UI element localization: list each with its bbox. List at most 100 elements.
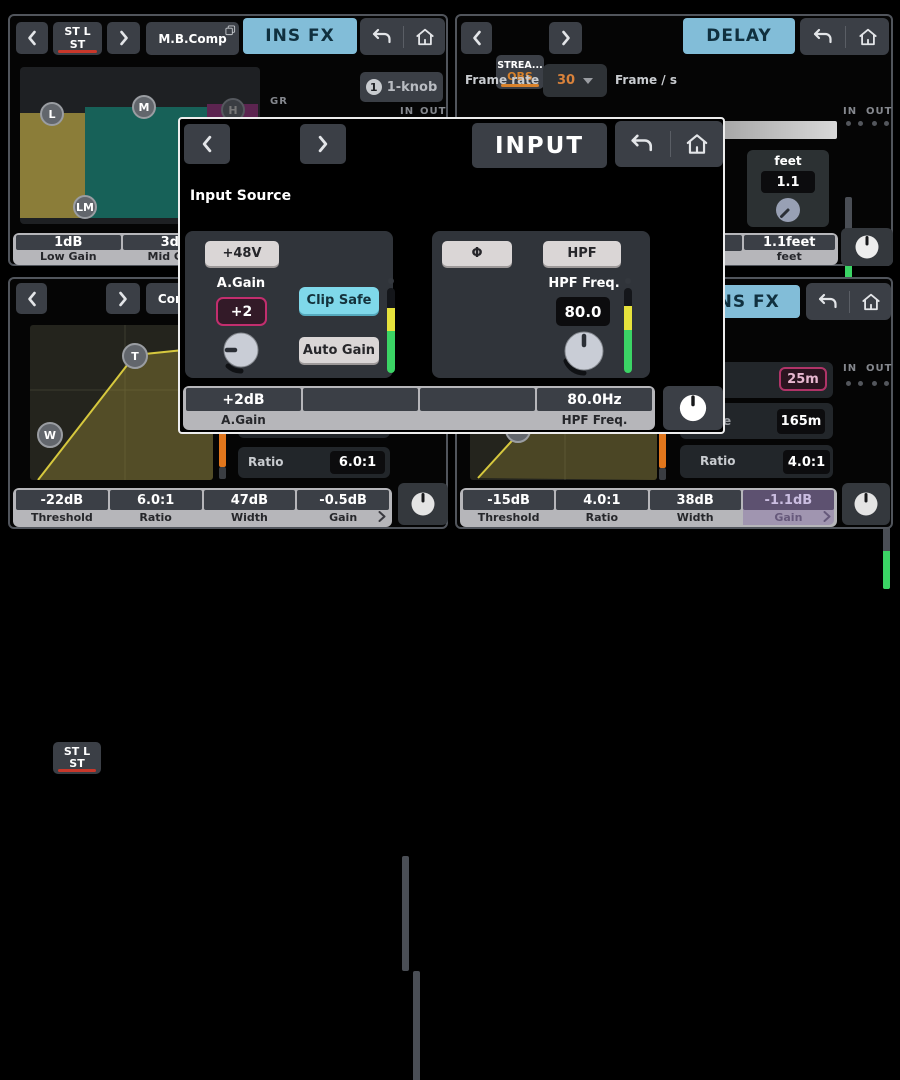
in-meter-l: [402, 856, 409, 971]
undo-icon[interactable]: [370, 27, 394, 47]
footer-label: feet: [744, 250, 836, 263]
channel-color-bar: [58, 769, 96, 772]
footer-cell-again[interactable]: +2dBA.Gain: [186, 388, 301, 428]
footer-cell-2[interactable]: [303, 388, 418, 428]
plugin-name: M.B.Comp: [158, 32, 226, 46]
page-title-delay[interactable]: DELAY: [683, 18, 795, 54]
clip-safe-button[interactable]: Clip Safe: [299, 287, 379, 314]
hpf-freq-knob[interactable]: [558, 326, 610, 378]
hpf-freq-label: HPF Freq.: [545, 276, 623, 291]
next-channel-button[interactable]: [106, 283, 140, 314]
home-icon[interactable]: [860, 292, 882, 312]
footer-label: Threshold: [16, 510, 108, 525]
footer-label: Ratio: [110, 510, 202, 525]
prev-channel-button[interactable]: [461, 22, 492, 54]
hpf-meter: [624, 288, 632, 373]
modal-prev-channel-button[interactable]: [184, 124, 230, 164]
next-channel-button[interactable]: [107, 22, 140, 54]
footer-value: [303, 388, 418, 411]
channel-select-button[interactable]: ST L ST: [53, 22, 102, 55]
fader-knob-button[interactable]: [398, 483, 448, 525]
knob-icon: [677, 392, 709, 424]
hpf-button[interactable]: HPF: [543, 241, 621, 266]
knob-icon: [853, 233, 881, 261]
ratio-row[interactable]: Ratio 4.0:1: [680, 445, 833, 478]
home-icon[interactable]: [684, 132, 710, 156]
footer-label: Width: [650, 510, 741, 525]
ratio-value[interactable]: 6.0:1: [330, 451, 385, 474]
delay-knob[interactable]: [773, 196, 803, 226]
chevron-right-icon: [316, 135, 330, 153]
footer-value: [420, 388, 535, 411]
clip-led: [846, 381, 851, 386]
prev-channel-button[interactable]: [16, 283, 47, 314]
gain-next-chevron-icon[interactable]: [378, 511, 386, 522]
footer-cell-ratio[interactable]: 6.0:1Ratio: [110, 490, 202, 525]
footer-cell-ratio[interactable]: 4.0:1Ratio: [556, 490, 647, 525]
one-knob-button[interactable]: 1 1-knob: [360, 72, 443, 102]
undo-icon[interactable]: [811, 27, 835, 47]
chevron-right-icon: [117, 291, 129, 307]
frame-rate-value: 30: [557, 73, 575, 88]
footer-cell-gain[interactable]: -0.5dBGain: [297, 490, 389, 525]
attack-value[interactable]: 25m: [779, 367, 827, 391]
footer-cell-width[interactable]: 38dBWidth: [650, 490, 741, 525]
footer-value: +2dB: [186, 388, 301, 411]
delay-unit-label: feet: [747, 154, 829, 168]
frame-rate-dropdown[interactable]: 30: [543, 64, 607, 97]
fader-knob-button[interactable]: [841, 228, 893, 266]
next-channel-button[interactable]: [549, 22, 582, 54]
ratio-value[interactable]: 4.0:1: [783, 450, 830, 474]
crossover-lm-knob[interactable]: LM: [73, 195, 97, 219]
home-icon[interactable]: [857, 27, 879, 47]
footer-label: Gain: [743, 510, 834, 525]
prev-channel-button[interactable]: [16, 22, 48, 54]
footer-value: 6.0:1: [110, 490, 202, 510]
width-knob[interactable]: W: [37, 422, 63, 448]
home-icon[interactable]: [414, 27, 436, 47]
gain-next-chevron-icon[interactable]: [823, 511, 831, 522]
channel-name: ST L: [64, 26, 90, 38]
chevron-right-icon: [118, 30, 130, 46]
again-label: A.Gain: [212, 276, 270, 291]
footer-cell-3[interactable]: [420, 388, 535, 428]
page-title-text: INS FX: [265, 26, 334, 46]
phase-button[interactable]: Φ: [442, 241, 512, 266]
page-title-ins-fx[interactable]: INS FX: [243, 18, 357, 54]
hpf-freq-value-box[interactable]: 80.0: [556, 297, 610, 326]
footer-cell-hpf-freq[interactable]: 80.0HzHPF Freq.: [537, 388, 652, 428]
footer-label: [303, 411, 418, 428]
delay-value[interactable]: 1.1: [761, 171, 815, 193]
threshold-knob[interactable]: T: [122, 343, 148, 369]
plugin-select-button[interactable]: M.B.Comp: [146, 22, 239, 55]
undo-icon[interactable]: [628, 132, 656, 156]
band-low-letter: L: [48, 108, 55, 121]
footer-value: -1.1dB: [743, 490, 834, 510]
modal-nav-group: [615, 121, 723, 167]
again-knob[interactable]: [218, 329, 264, 375]
phantom-48v-button[interactable]: +48V: [205, 241, 279, 266]
footer-cell-width[interactable]: 47dBWidth: [204, 490, 296, 525]
footer-cell-gain-selected[interactable]: -1.1dB Gain: [743, 490, 834, 525]
ratio-row[interactable]: Ratio 6.0:1: [238, 447, 390, 478]
hpf-freq-value: 80.0: [564, 303, 601, 321]
hpf-label: HPF: [567, 246, 596, 261]
release-value[interactable]: 165m: [777, 409, 825, 434]
in-label: IN: [843, 363, 857, 374]
footer-cell-delay[interactable]: 1.1feetfeet: [744, 235, 836, 263]
footer-cell-threshold[interactable]: -22dBThreshold: [16, 490, 108, 525]
auto-gain-button[interactable]: Auto Gain: [299, 337, 379, 363]
again-value-box[interactable]: +2: [216, 297, 267, 326]
modal-fader-knob-button[interactable]: [663, 386, 723, 430]
undo-icon[interactable]: [816, 292, 840, 312]
channel-select-button[interactable]: ST L ST: [53, 742, 101, 774]
band-low-knob[interactable]: L: [40, 102, 64, 126]
modal-next-channel-button[interactable]: [300, 124, 346, 164]
in-label: IN: [400, 106, 414, 117]
footer-cell-threshold[interactable]: -15dBThreshold: [463, 490, 554, 525]
band-mid-knob[interactable]: M: [132, 95, 156, 119]
width-knob-letter: W: [44, 429, 56, 442]
fader-knob-button[interactable]: [842, 483, 890, 525]
dropdown-caret-icon: [583, 78, 593, 84]
footer-cell-low-gain[interactable]: 1dBLow Gain: [16, 235, 121, 263]
